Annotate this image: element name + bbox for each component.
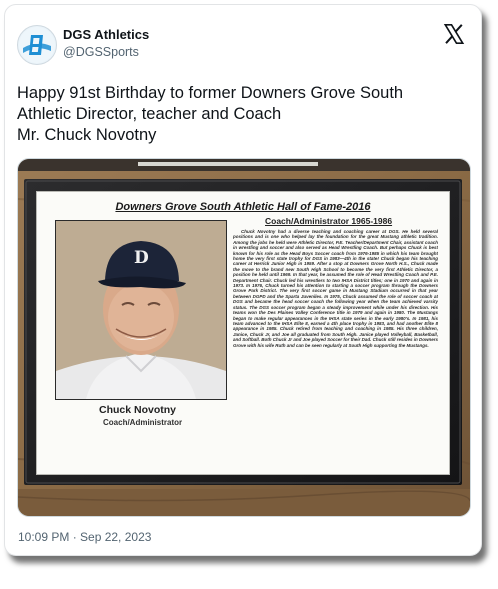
inductee-name: Chuck Novotny — [99, 404, 177, 416]
account-display-name[interactable]: DGS Athletics — [63, 27, 149, 42]
portrait-photo: D — [55, 220, 227, 400]
x-logo-icon[interactable] — [443, 23, 465, 45]
tweet-timestamp[interactable]: 10:09 PM · Sep 22, 2023 — [18, 530, 151, 544]
account-handle[interactable]: @DGSSports — [63, 45, 139, 59]
tweet-card: DGS Athletics @DGSSports Happy 91st Birt… — [4, 4, 482, 556]
hall-of-fame-plaque: Downers Grove South Athletic Hall of Fam… — [36, 191, 450, 475]
tweet-text: Happy 91st Birthday to former Downers Gr… — [17, 83, 457, 146]
tweet-text-line: Mr. Chuck Novotny — [17, 126, 157, 144]
inductee-bio: Chuck Novotny had a diverse teaching and… — [233, 229, 438, 348]
cap-letter: D — [134, 248, 149, 268]
inductee-role: Coach/Administrator — [103, 418, 183, 427]
tweet-photo[interactable]: Downers Grove South Athletic Hall of Fam… — [17, 158, 471, 517]
tweet-text-line: Happy 91st Birthday to former Downers Gr… — [17, 84, 404, 102]
role-heading: Coach/Administrator 1965-1986 — [265, 216, 393, 226]
dgs-logo-icon — [19, 27, 55, 63]
account-avatar[interactable] — [17, 25, 57, 65]
plaque-title: Downers Grove South Athletic Hall of Fam… — [115, 201, 371, 213]
tweet-text-line: Athletic Director, teacher and Coach — [17, 105, 282, 123]
tweet-header: DGS Athletics @DGSSports — [5, 5, 481, 75]
